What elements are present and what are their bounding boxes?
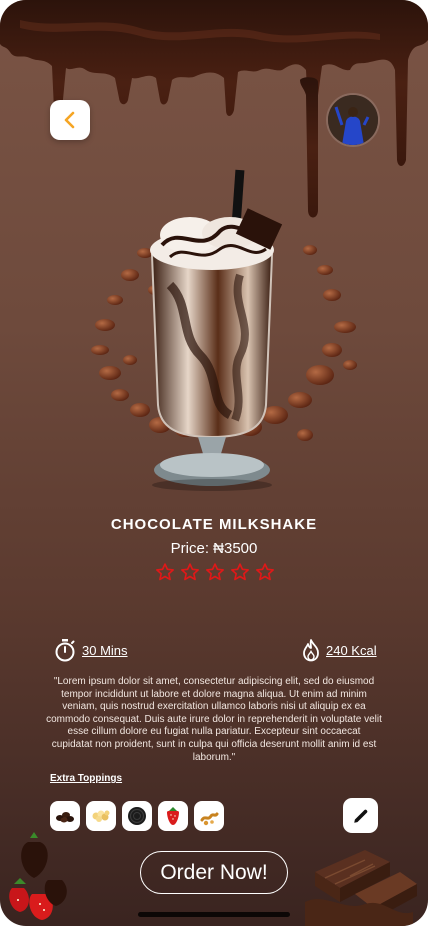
topping-oreo[interactable] (122, 801, 152, 831)
user-avatar[interactable] (328, 95, 378, 145)
star-icon[interactable] (180, 562, 200, 582)
prep-time: 30 Mins (54, 638, 128, 662)
star-icon[interactable] (230, 562, 250, 582)
order-now-button[interactable]: Order Now! (140, 851, 288, 894)
product-title: CHOCOLATE MILKSHAKE (110, 516, 318, 533)
calories: 240 Kcal (302, 638, 377, 662)
chevron-left-icon (64, 111, 75, 129)
milkshake-image (91, 169, 357, 491)
product-price: Price: ₦3500 (170, 540, 258, 557)
extra-toppings-label[interactable]: Extra Toppings (50, 773, 122, 784)
topping-caramel[interactable] (194, 801, 224, 831)
star-icon[interactable] (155, 562, 175, 582)
caramel-icon (200, 812, 219, 826)
product-description: "Lorem ipsum dolor sit amet, consectetur… (46, 676, 382, 763)
topping-popcorn[interactable] (86, 801, 116, 831)
star-icon[interactable] (255, 562, 275, 582)
oreo-cookie-icon (128, 807, 146, 825)
toppings-list (50, 801, 224, 831)
chocolate-chips-icon (56, 812, 74, 823)
stopwatch-icon (55, 639, 75, 662)
topping-chocolate-chips[interactable] (50, 801, 80, 831)
home-indicator[interactable] (138, 912, 290, 917)
back-button[interactable] (50, 100, 90, 140)
rating-stars[interactable] (155, 562, 275, 584)
topping-strawberry[interactable] (158, 801, 188, 831)
avatar-image (328, 95, 378, 145)
prep-time-value: 30 Mins (82, 642, 128, 658)
star-icon[interactable] (205, 562, 225, 582)
popcorn-icon (92, 810, 110, 822)
strawberry-icon (167, 807, 179, 825)
calories-value: 240 Kcal (326, 642, 377, 658)
flame-icon (303, 639, 319, 662)
pencil-icon (353, 809, 367, 823)
chocolate-bar-image (305, 850, 417, 926)
product-detail-screen: CHOCOLATE MILKSHAKE Price: ₦3500 30 Mins… (0, 0, 428, 926)
edit-toppings-button[interactable] (343, 798, 378, 833)
chocolate-strawberries-image (9, 832, 67, 920)
